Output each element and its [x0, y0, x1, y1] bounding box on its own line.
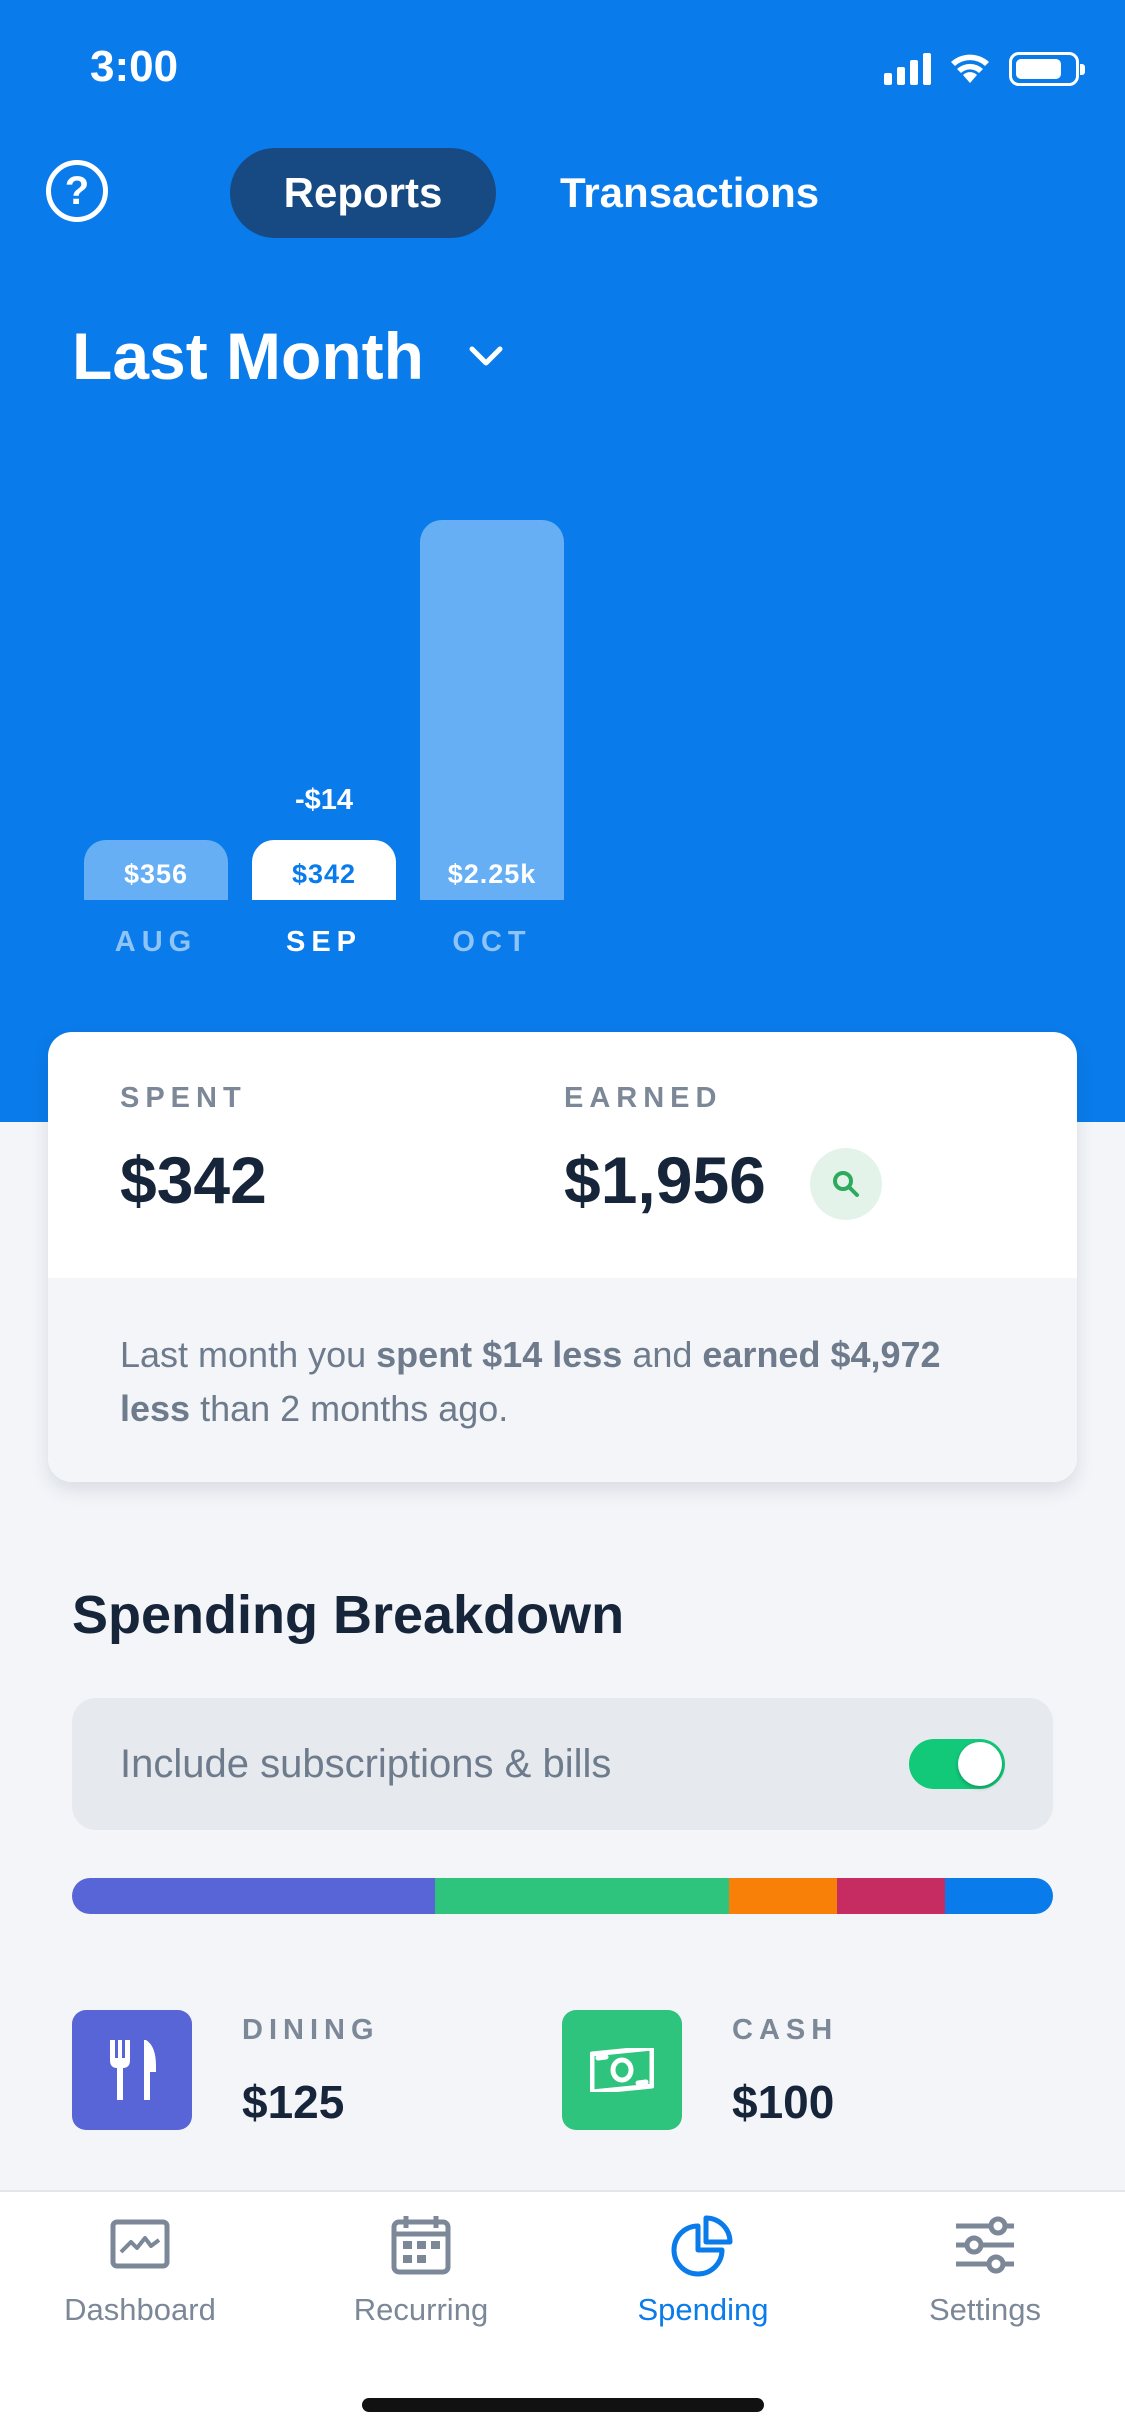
fork-knife-icon	[72, 2010, 192, 2130]
share-segment	[729, 1878, 838, 1914]
breakdown-title: Spending Breakdown	[72, 1585, 625, 1645]
chevron-down-icon	[469, 346, 503, 366]
search-icon[interactable]	[810, 1148, 882, 1220]
dashboard-icon	[110, 2219, 170, 2269]
status-time: 3:00	[90, 42, 179, 91]
tab-dashboard[interactable]: Dashboard	[30, 2212, 250, 2328]
tab-reports[interactable]: Reports	[230, 148, 496, 238]
battery-icon	[1009, 52, 1085, 86]
signal-icon	[884, 53, 931, 85]
bar-value-label: $356	[123, 859, 189, 889]
chart-bar-aug[interactable]: $356	[84, 840, 228, 900]
chart-delta-label: -$14	[294, 784, 354, 816]
wifi-icon	[951, 54, 989, 83]
tab-transactions[interactable]: Transactions	[560, 148, 819, 238]
share-segment	[72, 1878, 435, 1914]
category-amount: $125	[242, 2076, 345, 2128]
tab-spending[interactable]: Spending	[593, 2212, 813, 2328]
category-name: DINING	[242, 2014, 380, 2046]
share-segment	[837, 1878, 946, 1914]
spent-value: $342	[120, 1143, 267, 1217]
pie-chart-icon	[671, 2215, 733, 2277]
category-name: CASH	[732, 2014, 839, 2046]
summary-note: Last month you spent $14 less and earned…	[48, 1278, 1077, 1482]
sliders-icon	[956, 2216, 1014, 2274]
tab-label: Dashboard	[64, 2292, 216, 2327]
tab-recurring[interactable]: Recurring	[311, 2212, 531, 2328]
calendar-icon	[391, 2216, 451, 2275]
help-icon[interactable]: ?	[46, 160, 108, 222]
bar-value-label: $342	[291, 859, 357, 889]
chart-month-label: OCT	[452, 926, 532, 958]
earned-label: EARNED	[564, 1082, 723, 1114]
spending-share-bar	[72, 1878, 1053, 1914]
bar-value-label: $2.25k	[447, 859, 537, 889]
chart-month-label: SEP	[285, 926, 363, 958]
chart-bar-sep[interactable]: $342	[252, 840, 396, 900]
status-icons	[884, 52, 1085, 86]
home-indicator	[362, 2398, 764, 2412]
tab-label: Recurring	[353, 2292, 489, 2327]
tab-settings[interactable]: Settings	[875, 2212, 1095, 2328]
category-cash[interactable]: CASH $100	[562, 2010, 838, 2130]
category-dining[interactable]: DINING $125	[72, 2010, 380, 2130]
tab-label: Spending	[637, 2292, 769, 2327]
share-segment	[434, 1878, 730, 1914]
category-amount: $100	[732, 2076, 835, 2128]
spent-label: SPENT	[120, 1082, 247, 1114]
chart-bar-oct[interactable]: $2.25k	[420, 520, 564, 900]
cash-icon	[562, 2010, 682, 2130]
share-segment	[945, 1878, 1053, 1914]
summary-card: SPENT $342 EARNED $1,956 Last month you …	[48, 1032, 1077, 1482]
period-label: Last Month	[72, 319, 424, 393]
period-selector[interactable]: Last Month	[72, 318, 508, 394]
subscriptions-switch[interactable]	[909, 1739, 1005, 1789]
toggle-label: Include subscriptions & bills	[120, 1741, 612, 1786]
earned-value: $1,956	[564, 1143, 766, 1217]
tab-label: Settings	[928, 2292, 1041, 2327]
subscriptions-toggle-row[interactable]: Include subscriptions & bills	[72, 1698, 1053, 1830]
monthly-spending-chart: $356 AUG $342 SEP -$14 $2.25k OCT	[0, 470, 1125, 990]
chart-month-label: AUG	[114, 926, 198, 958]
